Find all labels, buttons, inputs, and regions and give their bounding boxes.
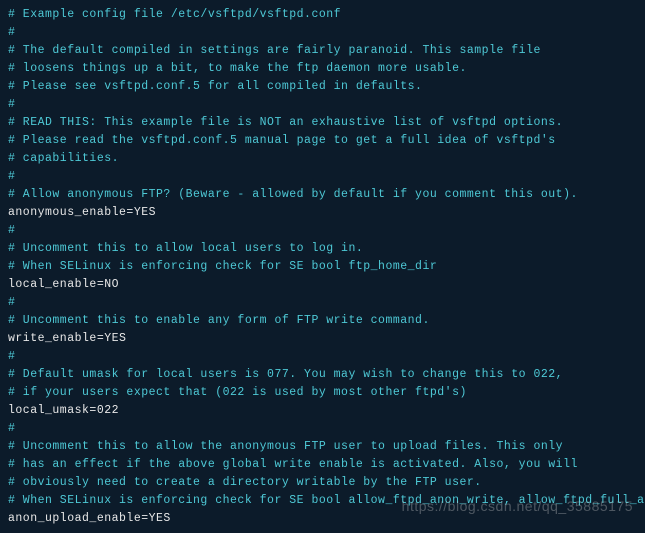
config-setting-line: anon_upload_enable=YES (8, 510, 637, 528)
comment-line: # has an effect if the above global writ… (8, 456, 637, 474)
comment-line: # When SELinux is enforcing check for SE… (8, 258, 637, 276)
comment-line: # Uncomment this to allow the anonymous … (8, 438, 637, 456)
comment-line: # capabilities. (8, 150, 637, 168)
comment-line: # obviously need to create a directory w… (8, 474, 637, 492)
comment-line: # When SELinux is enforcing check for SE… (8, 492, 637, 510)
comment-line: # if your users expect that (022 is used… (8, 384, 637, 402)
config-file-editor[interactable]: # Example config file /etc/vsftpd/vsftpd… (8, 6, 637, 528)
comment-line: # (8, 420, 637, 438)
config-setting-line: local_umask=022 (8, 402, 637, 420)
comment-line: # Please read the vsftpd.conf.5 manual p… (8, 132, 637, 150)
comment-line: # loosens things up a bit, to make the f… (8, 60, 637, 78)
comment-line: # (8, 294, 637, 312)
comment-line: # Example config file /etc/vsftpd/vsftpd… (8, 6, 637, 24)
config-setting-line: anonymous_enable=YES (8, 204, 637, 222)
comment-line: # (8, 96, 637, 114)
comment-line: # Uncomment this to allow local users to… (8, 240, 637, 258)
comment-line: # (8, 24, 637, 42)
comment-line: # Please see vsftpd.conf.5 for all compi… (8, 78, 637, 96)
comment-line: # (8, 168, 637, 186)
comment-line: # The default compiled in settings are f… (8, 42, 637, 60)
comment-line: # (8, 222, 637, 240)
comment-line: # Uncomment this to enable any form of F… (8, 312, 637, 330)
comment-line: # READ THIS: This example file is NOT an… (8, 114, 637, 132)
config-setting-line: local_enable=NO (8, 276, 637, 294)
config-setting-line: write_enable=YES (8, 330, 637, 348)
comment-line: # Default umask for local users is 077. … (8, 366, 637, 384)
comment-line: # Allow anonymous FTP? (Beware - allowed… (8, 186, 637, 204)
comment-line: # (8, 348, 637, 366)
